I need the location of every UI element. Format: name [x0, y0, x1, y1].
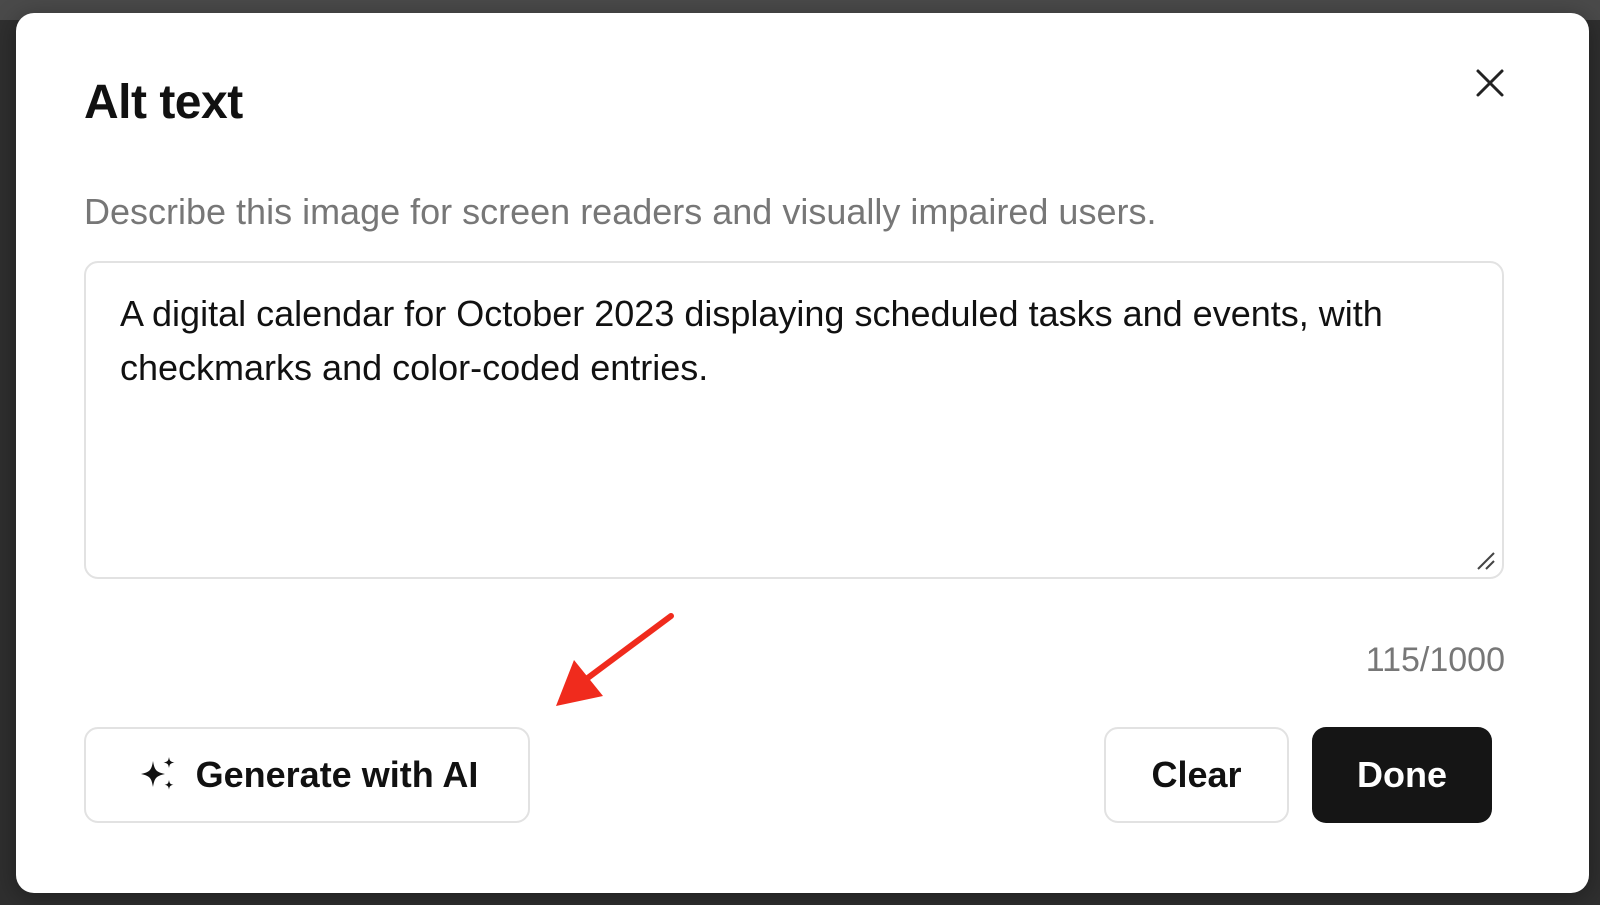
alt-text-textarea[interactable]: A digital calendar for October 2023 disp…: [84, 261, 1504, 579]
done-button-label: Done: [1357, 754, 1447, 795]
clear-button-label: Clear: [1151, 754, 1242, 795]
alt-text-value[interactable]: A digital calendar for October 2023 disp…: [120, 287, 1472, 395]
close-button[interactable]: [1468, 61, 1512, 105]
sparkle-icon: [136, 753, 180, 797]
resize-handle-icon[interactable]: [1474, 549, 1498, 573]
clear-button[interactable]: Clear: [1104, 727, 1289, 823]
character-count: 115/1000: [1365, 641, 1505, 679]
dialog-description: Describe this image for screen readers a…: [84, 191, 1157, 232]
done-button[interactable]: Done: [1312, 727, 1492, 823]
generate-button-label: Generate with AI: [195, 754, 479, 795]
alt-text-dialog: Alt text Describe this image for screen …: [16, 13, 1589, 893]
close-icon: [1476, 69, 1504, 97]
dialog-title: Alt text: [84, 76, 243, 129]
generate-with-ai-button[interactable]: Generate with AI: [84, 727, 530, 823]
